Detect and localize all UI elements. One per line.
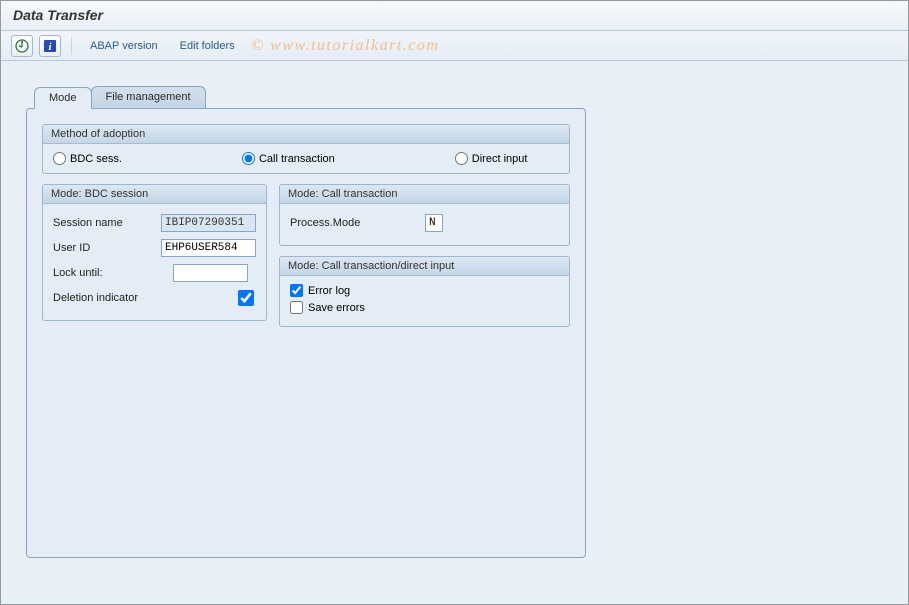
execute-button[interactable] xyxy=(11,35,33,57)
lock-until-field[interactable] xyxy=(173,264,248,282)
radio-direct-input[interactable]: Direct input xyxy=(455,152,528,165)
group-errors-header: Mode: Call transaction/direct input xyxy=(280,257,569,276)
radio-call-transaction-label: Call transaction xyxy=(259,153,335,165)
save-errors-label: Save errors xyxy=(308,302,365,314)
session-name-label: Session name xyxy=(53,217,161,229)
radio-call-transaction[interactable]: Call transaction xyxy=(242,152,335,165)
tab-strip: Mode File management xyxy=(34,86,586,108)
radio-bdc-sess-input[interactable] xyxy=(53,152,66,165)
deletion-indicator-checkbox[interactable] xyxy=(238,290,254,306)
tab-body: Method of adoption BDC sess. Call transa… xyxy=(26,108,586,558)
edit-folders-link[interactable]: Edit folders xyxy=(172,37,243,55)
radio-call-transaction-input[interactable] xyxy=(242,152,255,165)
adoption-radio-row: BDC sess. Call transaction Direct input xyxy=(53,152,559,165)
tab-file-management[interactable]: File management xyxy=(91,86,206,108)
group-call-direct: Mode: Call transaction/direct input Erro… xyxy=(279,256,570,327)
error-log-checkbox[interactable] xyxy=(290,284,303,297)
info-icon: i xyxy=(43,39,57,53)
tab-mode[interactable]: Mode xyxy=(34,87,92,109)
error-log-label: Error log xyxy=(308,285,350,297)
title-bar: Data Transfer xyxy=(1,1,908,31)
radio-direct-input-label: Direct input xyxy=(472,153,528,165)
execute-icon xyxy=(15,39,29,53)
toolbar: i ABAP version Edit folders xyxy=(1,31,908,61)
save-errors-checkbox[interactable] xyxy=(290,301,303,314)
group-method-header: Method of adoption xyxy=(43,125,569,144)
radio-bdc-sess-label: BDC sess. xyxy=(70,153,122,165)
error-log-row[interactable]: Error log xyxy=(290,284,559,297)
abap-version-link[interactable]: ABAP version xyxy=(82,37,166,55)
radio-bdc-sess[interactable]: BDC sess. xyxy=(53,152,122,165)
group-method-of-adoption: Method of adoption BDC sess. Call transa… xyxy=(42,124,570,174)
group-bdc-session: Mode: BDC session Session name User ID xyxy=(42,184,267,321)
lock-until-label: Lock until: xyxy=(53,267,173,279)
session-name-field[interactable] xyxy=(161,214,256,232)
tab-panel: Mode File management Method of adoption … xyxy=(26,86,586,558)
group-call-transaction: Mode: Call transaction Process.Mode xyxy=(279,184,570,246)
content-area: © www.tutorialkart.com Mode File managem… xyxy=(1,61,908,604)
page-title: Data Transfer xyxy=(13,7,896,23)
radio-direct-input-input[interactable] xyxy=(455,152,468,165)
deletion-indicator-label: Deletion indicator xyxy=(53,292,238,304)
process-mode-field[interactable] xyxy=(425,214,443,232)
user-id-field[interactable] xyxy=(161,239,256,257)
process-mode-label: Process.Mode xyxy=(290,217,425,229)
info-button[interactable]: i xyxy=(39,35,61,57)
group-calltrans-header: Mode: Call transaction xyxy=(280,185,569,204)
user-id-label: User ID xyxy=(53,242,161,254)
toolbar-separator xyxy=(71,37,72,55)
save-errors-row[interactable]: Save errors xyxy=(290,301,559,314)
group-bdc-header: Mode: BDC session xyxy=(43,185,266,204)
